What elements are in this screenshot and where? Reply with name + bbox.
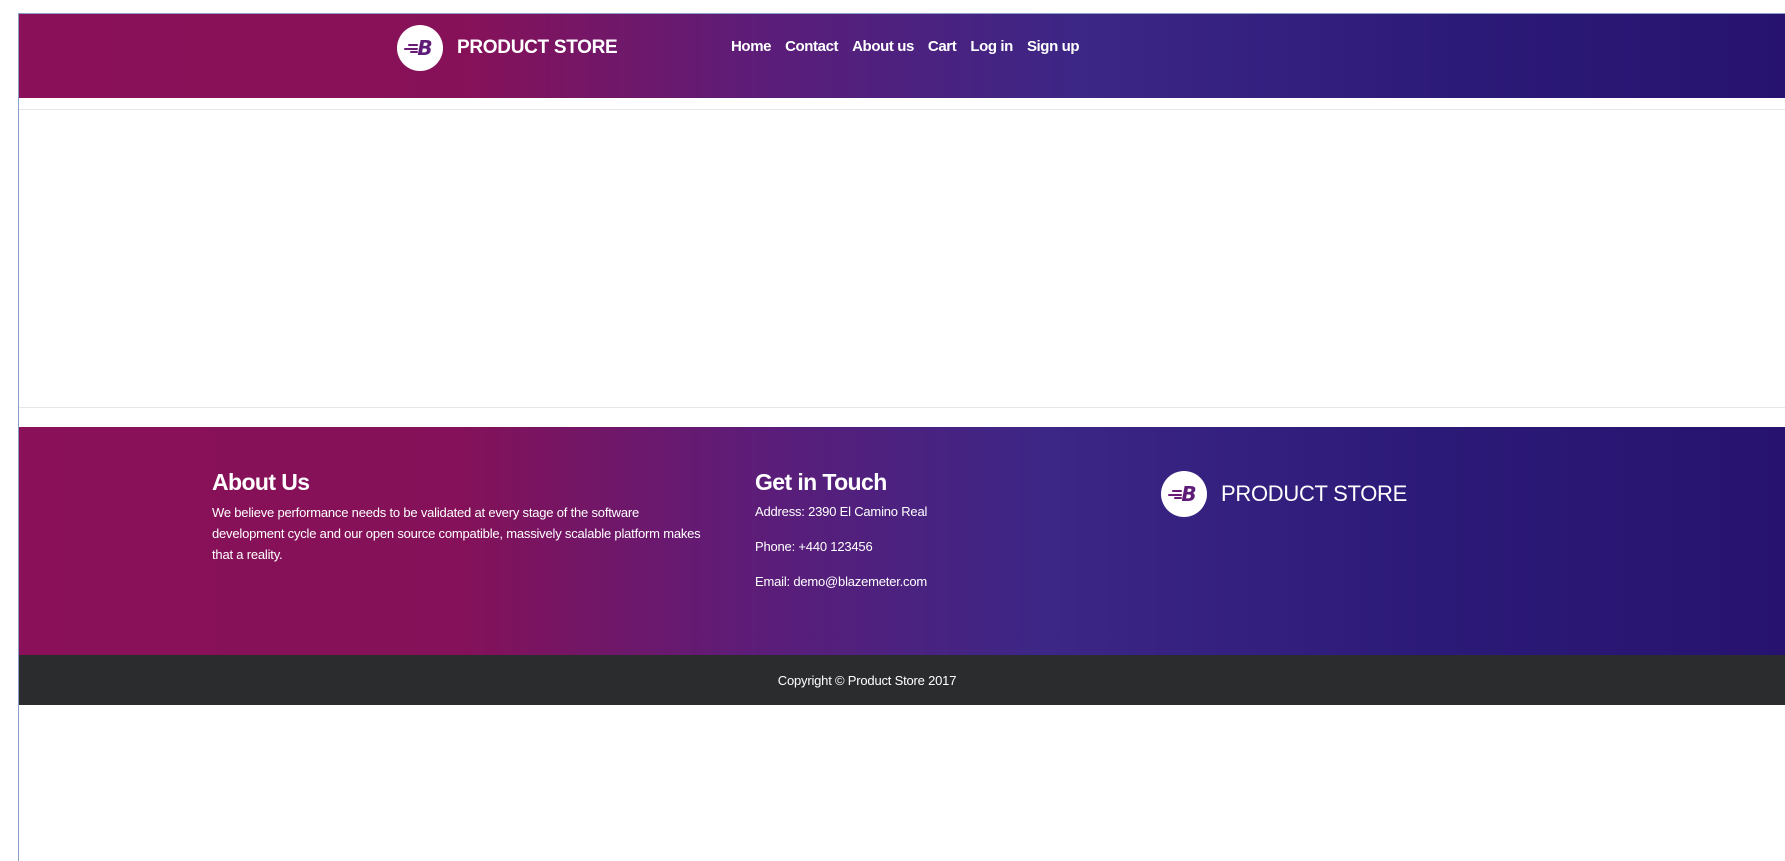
brand-link[interactable]: B PRODUCT STORE — [397, 25, 618, 71]
footer-about-section: About Us We believe performance needs to… — [212, 469, 702, 565]
footer-about-text: We believe performance needs to be valid… — [212, 505, 701, 562]
main-content-area — [19, 110, 1785, 420]
footer-contact-section: Get in Touch Address: 2390 El Camino Rea… — [755, 469, 1055, 607]
speed-lines-icon — [404, 44, 418, 53]
content-bottom-divider — [19, 407, 1785, 408]
brand-name: PRODUCT STORE — [457, 37, 618, 58]
nav-link-log-in[interactable]: Log in — [970, 38, 1013, 55]
footer-brand: B PRODUCT STORE — [1161, 471, 1407, 517]
copyright-bar: Copyright © Product Store 2017 — [19, 655, 1785, 705]
browser-viewport: B PRODUCT STORE Home Contact About us Ca… — [18, 13, 1785, 861]
nav-link-home[interactable]: Home — [731, 38, 771, 55]
footer: About Us We believe performance needs to… — [19, 427, 1785, 655]
nav-link-cart[interactable]: Cart — [928, 38, 957, 55]
navbar: B PRODUCT STORE Home Contact About us Ca… — [19, 14, 1785, 98]
nav-links: Home Contact About us Cart Log in Sign u… — [731, 38, 1093, 55]
copyright-text: Copyright © Product Store 2017 — [777, 672, 957, 688]
footer-email: Email: demo@blazemeter.com — [755, 574, 928, 589]
footer-address: Address: 2390 El Camino Real — [755, 504, 928, 519]
footer-brand-name: PRODUCT STORE — [1221, 481, 1407, 506]
speed-lines-icon — [1168, 490, 1182, 499]
footer-about-heading: About Us — [212, 469, 310, 495]
footer-logo-icon: B — [1161, 471, 1207, 517]
brand-logo-letter: B — [417, 36, 433, 60]
footer-logo-letter: B — [1181, 482, 1197, 506]
brand-logo-icon: B — [397, 25, 443, 71]
nav-link-sign-up[interactable]: Sign up — [1027, 38, 1080, 55]
footer-phone: Phone: +440 123456 — [755, 539, 873, 554]
nav-link-about-us[interactable]: About us — [852, 38, 914, 55]
footer-contact-heading: Get in Touch — [755, 469, 887, 495]
nav-link-contact[interactable]: Contact — [785, 38, 838, 55]
